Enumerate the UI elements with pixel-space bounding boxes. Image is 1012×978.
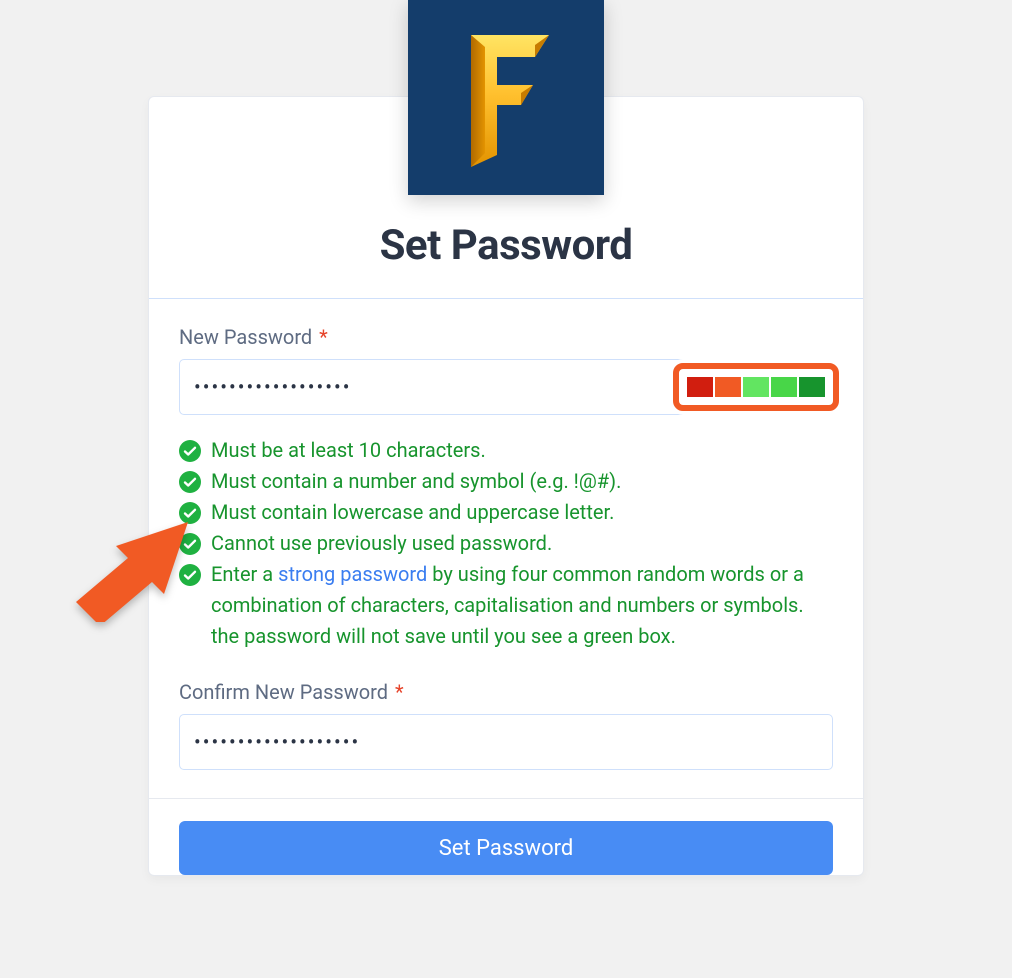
- new-password-label: New Password *: [179, 325, 833, 349]
- requirement-item: Must be at least 10 characters.: [179, 435, 833, 466]
- requirement-item: Cannot use previously used password.: [179, 528, 833, 559]
- password-form: New Password * Must be at least 10 chara…: [149, 299, 863, 798]
- strength-seg-1: [687, 377, 713, 397]
- check-circle-icon: [179, 533, 201, 555]
- check-circle-icon: [179, 564, 201, 586]
- required-marker: *: [395, 680, 404, 704]
- set-password-card: Set Password New Password * Must be at l…: [148, 96, 864, 876]
- requirement-item: Enter a strong password by using four co…: [179, 559, 833, 652]
- strength-seg-5: [799, 377, 825, 397]
- password-strength-meter: [673, 363, 839, 411]
- check-circle-icon: [179, 440, 201, 462]
- password-requirements: Must be at least 10 characters.Must cont…: [179, 435, 833, 652]
- requirement-text: Must contain lowercase and uppercase let…: [211, 497, 833, 528]
- new-password-wrap: [179, 359, 833, 415]
- strength-seg-2: [715, 377, 741, 397]
- confirm-password-input[interactable]: [179, 714, 833, 770]
- requirement-text: Must be at least 10 characters.: [211, 435, 833, 466]
- strength-seg-4: [771, 377, 797, 397]
- form-footer: Set Password: [149, 798, 863, 875]
- strong-password-link[interactable]: strong password: [278, 562, 427, 586]
- requirement-item: Must contain a number and symbol (e.g. !…: [179, 466, 833, 497]
- requirement-text: Enter a strong password by using four co…: [211, 559, 833, 652]
- brand-logo: [408, 0, 604, 195]
- confirm-password-label: Confirm New Password *: [179, 680, 833, 704]
- submit-button[interactable]: Set Password: [179, 821, 833, 875]
- strength-seg-3: [743, 377, 769, 397]
- requirement-text: Must contain a number and symbol (e.g. !…: [211, 466, 833, 497]
- requirement-item: Must contain lowercase and uppercase let…: [179, 497, 833, 528]
- page-title: Set Password: [149, 221, 863, 270]
- check-circle-icon: [179, 502, 201, 524]
- check-circle-icon: [179, 471, 201, 493]
- requirement-text: Cannot use previously used password.: [211, 528, 833, 559]
- required-marker: *: [319, 325, 328, 349]
